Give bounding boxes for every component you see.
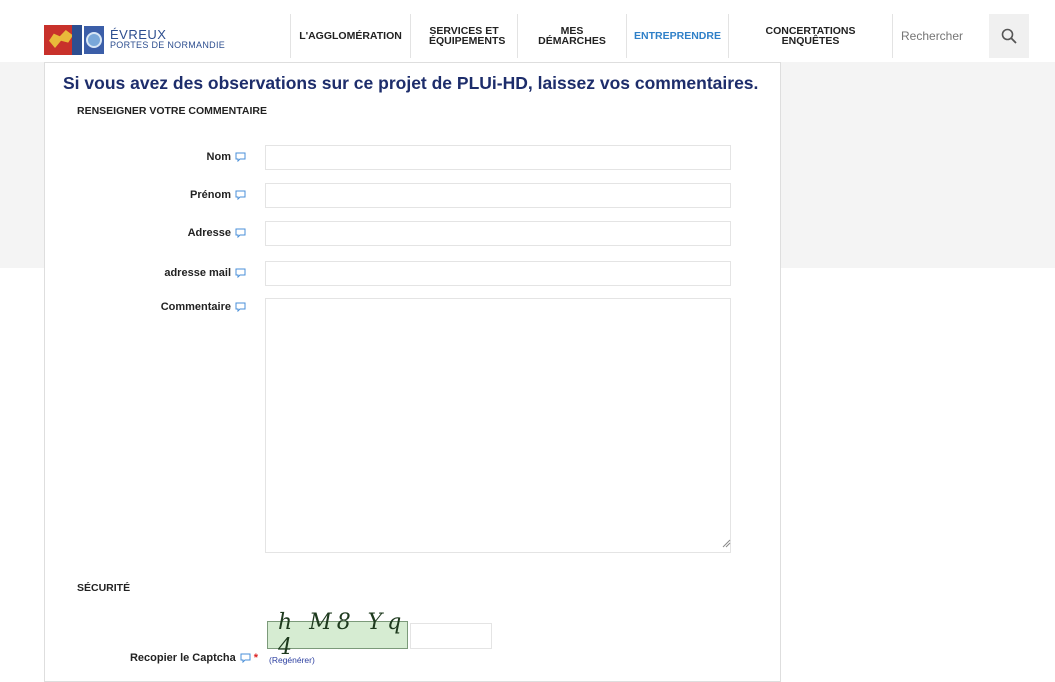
help-bubble-icon[interactable] [235, 152, 246, 162]
search-box [892, 14, 991, 58]
brand-name: ÉVREUX [110, 27, 167, 42]
section-title-security: SÉCURITÉ [77, 582, 131, 594]
label-prenom-text: Prénom [190, 189, 231, 201]
brand-subtitle: PORTES DE NORMANDIE [110, 40, 226, 50]
nav-item-agglomeration[interactable]: L'AGGLOMÉRATION [290, 14, 410, 58]
help-bubble-icon[interactable] [235, 228, 246, 238]
nav-item-concertations[interactable]: CONCERTATIONS ENQUÊTES [728, 14, 892, 58]
required-marker: * [253, 652, 258, 664]
nom-field[interactable] [265, 145, 731, 170]
label-captcha-text: Recopier le Captcha [129, 652, 236, 664]
label-captcha: Recopier le Captcha * [130, 652, 258, 664]
label-adresse: Adresse [188, 227, 246, 239]
help-bubble-icon[interactable] [240, 653, 251, 663]
label-nom-text: Nom [206, 151, 231, 163]
email-field[interactable] [265, 261, 731, 286]
label-adresse-text: Adresse [187, 227, 231, 239]
nav-item-entreprendre[interactable]: ENTREPRENDRE [626, 14, 728, 58]
label-nom: Nom [207, 151, 246, 163]
normandy-crest-icon [44, 25, 82, 55]
search-icon [1001, 28, 1017, 44]
nav-item-services[interactable]: SERVICES ET ÉQUIPEMENTS [410, 14, 517, 58]
label-prenom: Prénom [190, 189, 246, 201]
main-nav: L'AGGLOMÉRATION SERVICES ET ÉQUIPEMENTS … [290, 14, 1029, 58]
site-header: ÉVREUX PORTES DE NORMANDIE L'AGGLOMÉRATI… [0, 14, 1055, 58]
nav-item-services-label: SERVICES ET ÉQUIPEMENTS [429, 25, 506, 47]
search-input[interactable] [899, 28, 991, 44]
label-commentaire-text: Commentaire [160, 301, 231, 313]
section-title-comment: RENSEIGNER VOTRE COMMENTAIRE [77, 105, 267, 117]
search-button[interactable] [989, 14, 1029, 58]
captcha-text: h M8 Yq 4 [278, 610, 407, 660]
site-logo[interactable]: ÉVREUX PORTES DE NORMANDIE [44, 24, 225, 56]
captcha-input[interactable] [410, 623, 492, 649]
page-title: Si vous avez des observations sur ce pro… [63, 73, 759, 93]
nav-item-demarches[interactable]: MES DÉMARCHES [517, 14, 626, 58]
prenom-field[interactable] [265, 183, 731, 208]
captcha-image: h M8 Yq 4 [267, 610, 408, 660]
label-email-text: adresse mail [164, 267, 231, 279]
commentaire-textarea[interactable] [265, 298, 731, 553]
help-bubble-icon[interactable] [235, 268, 246, 278]
regenerate-captcha-link[interactable]: (Regénérer) [269, 655, 315, 665]
help-bubble-icon[interactable] [235, 190, 246, 200]
city-medal-icon [84, 26, 104, 54]
help-bubble-icon[interactable] [235, 302, 246, 312]
label-email: adresse mail [164, 267, 246, 279]
adresse-field[interactable] [265, 221, 731, 246]
label-commentaire: Commentaire [161, 301, 246, 313]
comment-form-panel: Si vous avez des observations sur ce pro… [44, 62, 781, 682]
resize-grip-icon[interactable] [721, 538, 731, 548]
